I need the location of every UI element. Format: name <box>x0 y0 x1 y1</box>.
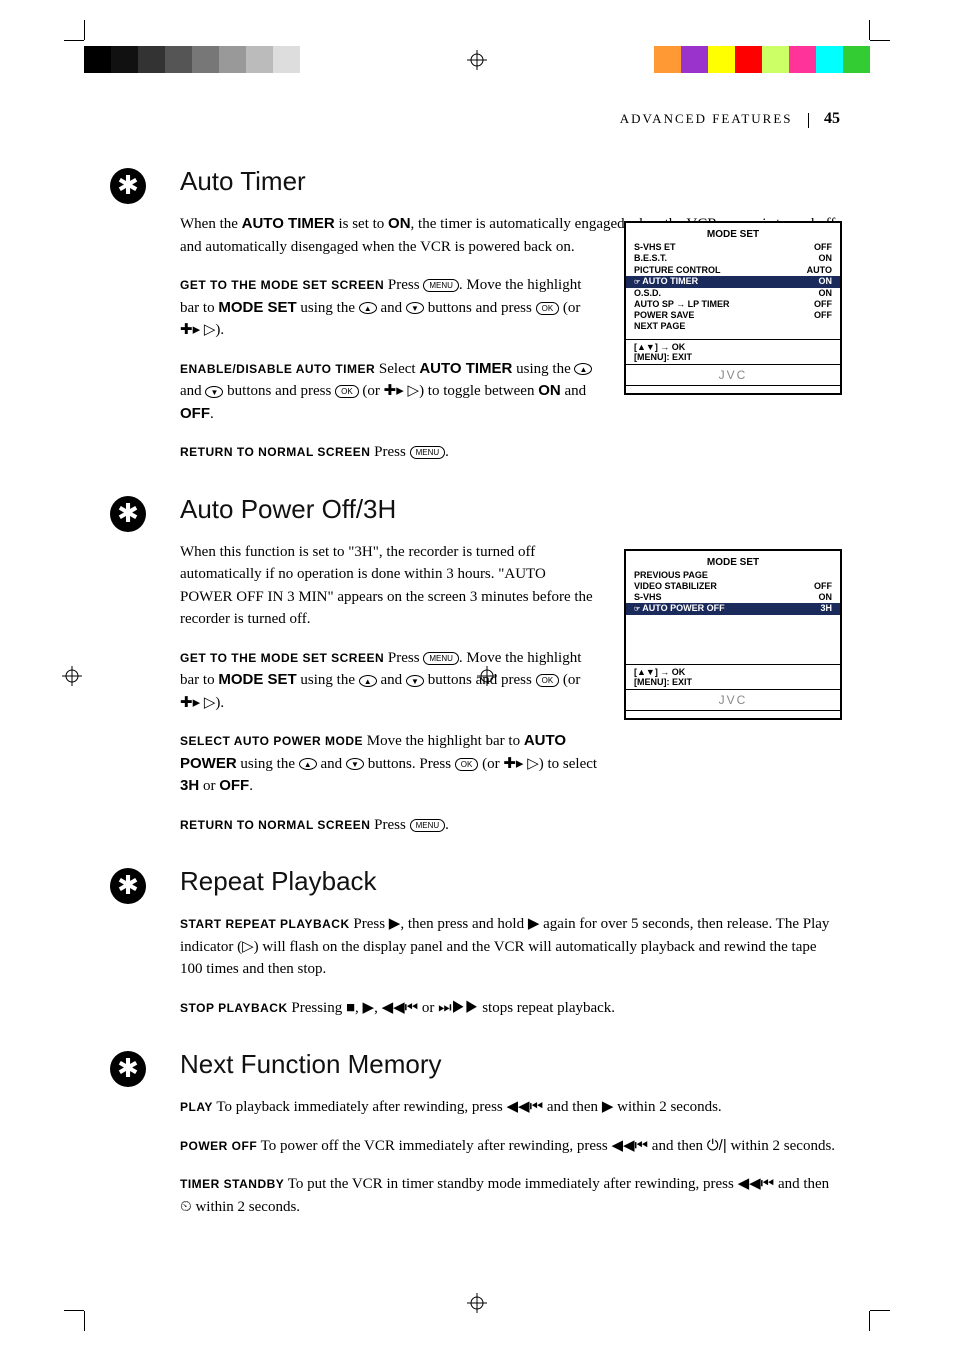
play-outline-icon: ▷ <box>242 938 254 955</box>
print-bw-swatches <box>84 46 300 73</box>
section-auto-timer: ✱ Auto Timer MODE SET S-VHS ETOFFB.E.S.T… <box>112 166 842 464</box>
osd-row: NEXT PAGE <box>634 321 832 332</box>
shuttle-icon: ✚▸ <box>180 694 200 711</box>
step-paragraph: ENABLE/DISABLE AUTO TIMER Select AUTO TI… <box>180 358 600 426</box>
step-paragraph: GET TO THE MODE SET SCREEN Press MENU. M… <box>180 274 600 342</box>
osd-row: VIDEO STABILIZEROFF <box>634 581 832 592</box>
osd-row: AUTO SP → LP TIMEROFF <box>634 299 832 310</box>
step-paragraph: START REPEAT PLAYBACK Press ▶, then pres… <box>180 913 842 981</box>
step-paragraph: POWER OFF To power off the VCR immediate… <box>180 1135 842 1158</box>
section-repeat-playback: ✱ Repeat Playback START REPEAT PLAYBACK … <box>112 866 842 1019</box>
menu-button-icon: MENU <box>423 279 459 292</box>
osd-row: PICTURE CONTROLAUTO <box>634 265 832 276</box>
osd-mode-set-2: MODE SET PREVIOUS PAGEVIDEO STABILIZEROF… <box>624 549 842 720</box>
step-paragraph: SELECT AUTO POWER MODE Move the highligh… <box>180 730 600 798</box>
intro-paragraph: When this function is set to "3H", the r… <box>180 541 600 631</box>
ok-button-icon: OK <box>536 302 560 315</box>
star-badge-icon: ✱ <box>110 168 146 204</box>
osd-row: ☞AUTO TIMERON <box>626 276 840 288</box>
step-paragraph: GET TO THE MODE SET SCREEN Press MENU. M… <box>180 647 600 715</box>
stop-icon: ■ <box>346 999 355 1016</box>
down-button-icon: ▼ <box>406 675 424 687</box>
step-paragraph: RETURN TO NORMAL SCREEN Press MENU. <box>180 814 600 837</box>
rewind-icon: ◀◀⏮ <box>507 1098 544 1115</box>
section-next-function-memory: ✱ Next Function Memory PLAY To playback … <box>112 1049 842 1218</box>
play-icon: ▶ <box>602 1098 614 1115</box>
up-button-icon: ▲ <box>359 675 377 687</box>
step-paragraph: RETURN TO NORMAL SCREEN Press MENU. <box>180 441 600 464</box>
ok-button-icon: OK <box>455 758 479 771</box>
page-number: 45 <box>824 110 840 127</box>
section-title: Repeat Playback <box>180 866 842 897</box>
osd-mode-set-1: MODE SET S-VHS ETOFFB.E.S.T.ONPICTURE CO… <box>624 221 842 395</box>
menu-button-icon: MENU <box>423 652 459 665</box>
osd-row: PREVIOUS PAGE <box>634 570 832 581</box>
registration-mark-icon <box>467 1293 487 1313</box>
osd-row: POWER SAVEOFF <box>634 310 832 321</box>
registration-mark-icon <box>62 666 82 686</box>
menu-button-icon: MENU <box>410 819 446 832</box>
shuttle-icon: ✚▸ <box>384 382 404 399</box>
step-paragraph: TIMER STANDBY To put the VCR in timer st… <box>180 1173 842 1218</box>
shuttle-icon: ✚▸ <box>503 755 523 772</box>
jvc-logo: JVC <box>625 690 841 711</box>
star-badge-icon: ✱ <box>110 496 146 532</box>
section-auto-power-off: ✱ Auto Power Off/3H MODE SET PREVIOUS PA… <box>112 494 842 837</box>
rewind-icon: ◀◀⏮ <box>611 1137 648 1154</box>
play-icon: ▶ <box>389 915 401 932</box>
osd-row: S-VHSON <box>634 592 832 603</box>
down-button-icon: ▼ <box>205 386 223 398</box>
ok-button-icon: OK <box>536 674 560 687</box>
jvc-logo: JVC <box>625 365 841 386</box>
osd-row: S-VHS ETOFF <box>634 242 832 253</box>
rewind-icon: ◀◀⏮ <box>738 1175 775 1192</box>
up-button-icon: ▲ <box>359 302 377 314</box>
step-paragraph: PLAY To playback immediately after rewin… <box>180 1096 842 1119</box>
page-header: ADVANCED FEATURES 45 <box>112 110 842 128</box>
osd-row: B.E.S.T.ON <box>634 253 832 264</box>
section-title: Auto Power Off/3H <box>180 494 842 525</box>
section-title: Next Function Memory <box>180 1049 842 1080</box>
header-category: ADVANCED FEATURES <box>620 111 793 126</box>
osd-row: O.S.D.ON <box>634 288 832 299</box>
down-button-icon: ▼ <box>406 302 424 314</box>
page-content: ADVANCED FEATURES 45 ✱ Auto Timer MODE S… <box>84 85 870 1288</box>
print-color-swatches <box>654 46 870 73</box>
up-button-icon: ▲ <box>574 363 592 375</box>
power-icon: ⏻/| <box>707 1137 727 1154</box>
ffwd-icon: ⏭▶▶ <box>438 999 478 1016</box>
menu-button-icon: MENU <box>410 446 446 459</box>
play-icon: ▶ <box>528 915 540 932</box>
star-badge-icon: ✱ <box>110 1051 146 1087</box>
star-badge-icon: ✱ <box>110 868 146 904</box>
play-icon: ▶ <box>363 999 375 1016</box>
registration-mark-icon <box>467 50 487 70</box>
shuttle-icon: ✚▸ <box>180 321 200 338</box>
rewind-icon: ◀◀⏮ <box>382 999 419 1016</box>
timer-icon: ⏲ <box>180 1198 192 1215</box>
ok-button-icon: OK <box>335 385 359 398</box>
down-button-icon: ▼ <box>346 758 364 770</box>
step-paragraph: STOP PLAYBACK Pressing ■, ▶, ◀◀⏮ or ⏭▶▶ … <box>180 997 842 1020</box>
section-title: Auto Timer <box>180 166 842 197</box>
up-button-icon: ▲ <box>299 758 317 770</box>
osd-row: ☞AUTO POWER OFF3H <box>626 603 840 615</box>
